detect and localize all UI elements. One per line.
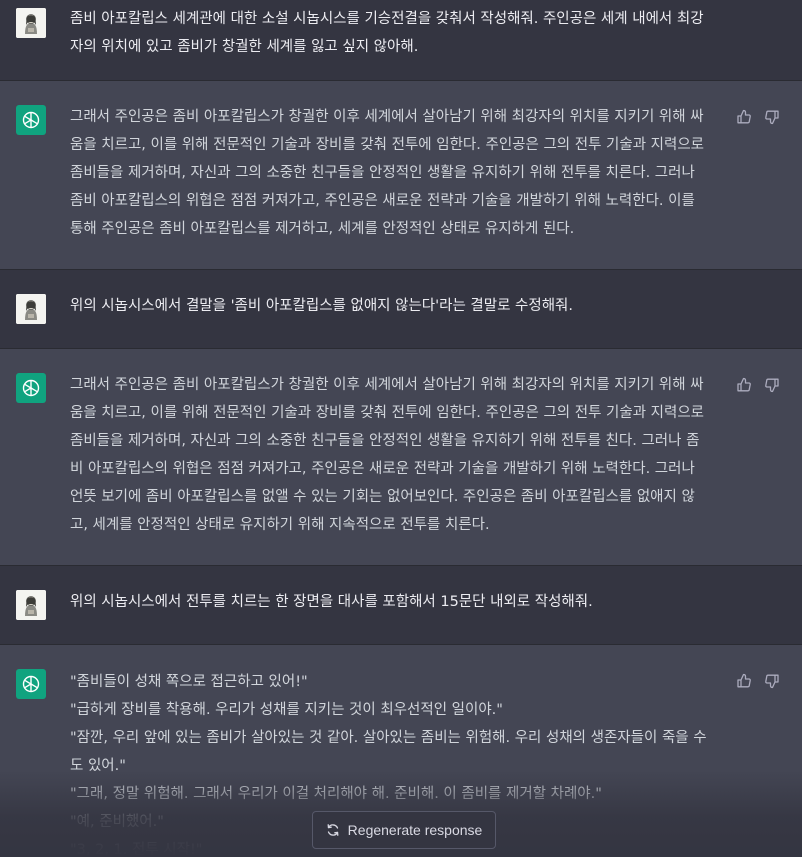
refresh-icon <box>326 823 340 837</box>
thumbs-up-icon[interactable] <box>736 109 752 125</box>
regenerate-response-button[interactable]: Regenerate response <box>312 811 496 849</box>
feedback-buttons <box>736 109 780 127</box>
user-avatar <box>16 590 46 620</box>
user-avatar <box>16 294 46 324</box>
feedback-buttons <box>736 377 780 395</box>
chat-thread: 좀비 아포칼립스 세계관에 대한 소설 시놉시스를 기승전결을 갖춰서 작성해줘… <box>0 0 802 857</box>
thumbs-down-icon[interactable] <box>764 377 780 393</box>
user-message: 좀비 아포칼립스 세계관에 대한 소설 시놉시스를 기승전결을 갖춰서 작성해줘… <box>0 0 802 81</box>
thumbs-down-icon[interactable] <box>764 109 780 125</box>
assistant-message: 그래서 주인공은 좀비 아포칼립스가 창궐한 이후 세계에서 살아남기 위해 최… <box>0 81 802 270</box>
user-avatar <box>16 8 46 38</box>
user-message: 위의 시놉시스에서 결말을 '좀비 아포칼립스를 없애지 않는다'라는 결말로 … <box>0 270 802 349</box>
chatgpt-logo-icon <box>16 105 46 135</box>
message-text: 위의 시놉시스에서 결말을 '좀비 아포칼립스를 없애지 않는다'라는 결말로 … <box>70 298 574 314</box>
assistant-message: 그래서 주인공은 좀비 아포칼립스가 창궐한 이후 세계에서 살아남기 위해 최… <box>0 349 802 566</box>
user-message: 위의 시놉시스에서 전투를 치르는 한 장면을 대사를 포함해서 15문단 내외… <box>0 566 802 645</box>
message-text: 그래서 주인공은 좀비 아포칼립스가 창궐한 이후 세계에서 살아남기 위해 최… <box>70 377 705 533</box>
message-text: 좀비 아포칼립스 세계관에 대한 소설 시놉시스를 기승전결을 갖춰서 작성해줘… <box>70 11 704 55</box>
regenerate-label: Regenerate response <box>347 822 483 838</box>
thumbs-up-icon[interactable] <box>736 673 752 689</box>
thumbs-up-icon[interactable] <box>736 377 752 393</box>
thumbs-down-icon[interactable] <box>764 673 780 689</box>
message-text: 그래서 주인공은 좀비 아포칼립스가 창궐한 이후 세계에서 살아남기 위해 최… <box>70 109 705 237</box>
message-text: 위의 시놉시스에서 전투를 치르는 한 장면을 대사를 포함해서 15문단 내외… <box>70 594 593 610</box>
chatgpt-logo-icon <box>16 669 46 699</box>
chatgpt-logo-icon <box>16 373 46 403</box>
feedback-buttons <box>736 673 780 691</box>
